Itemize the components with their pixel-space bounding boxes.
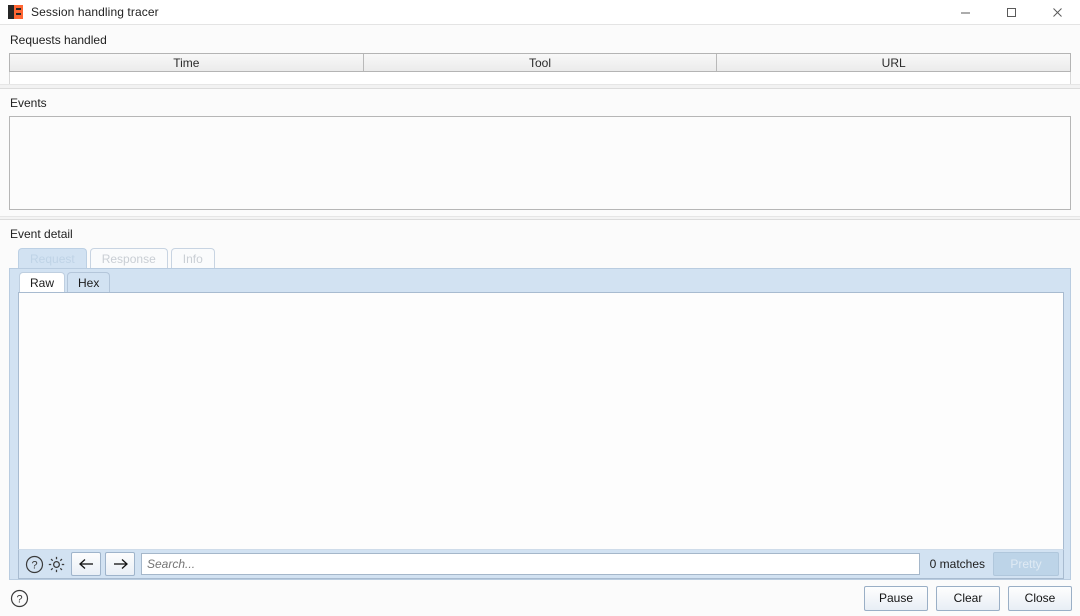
- message-view-tabs: Raw Hex: [10, 269, 1070, 292]
- event-detail-section: Event detail Request Response Info Raw H…: [0, 220, 1080, 580]
- requests-table-header: Time Tool URL: [9, 53, 1071, 72]
- tab-raw[interactable]: Raw: [19, 272, 66, 292]
- svg-text:?: ?: [16, 593, 22, 605]
- question-mark-icon[interactable]: ?: [23, 552, 45, 576]
- tab-info[interactable]: Info: [170, 248, 215, 268]
- close-button[interactable]: Close: [1008, 585, 1072, 611]
- events-section: Events: [0, 89, 1080, 216]
- search-prev-button[interactable]: [71, 552, 101, 576]
- column-header-url[interactable]: URL: [717, 54, 1071, 71]
- requests-table-body[interactable]: [9, 72, 1071, 84]
- maximize-icon[interactable]: [988, 0, 1034, 25]
- gear-icon[interactable]: [45, 552, 67, 576]
- search-input[interactable]: [141, 553, 920, 575]
- event-detail-tabs: Request Response Info: [9, 247, 1071, 268]
- event-detail-label: Event detail: [10, 227, 73, 241]
- editor-search-toolbar: ? Search... 0 matches Pretty: [18, 549, 1064, 579]
- footer-bar: ? Pause Clear Close: [0, 580, 1080, 616]
- close-icon[interactable]: [1034, 0, 1080, 25]
- clear-button[interactable]: Clear: [936, 585, 1000, 611]
- burp-suite-logo-icon: [8, 4, 24, 20]
- question-mark-icon[interactable]: ?: [9, 588, 29, 608]
- window-title: Session handling tracer: [31, 5, 159, 19]
- pretty-button[interactable]: Pretty: [993, 552, 1059, 576]
- column-header-time[interactable]: Time: [10, 54, 364, 71]
- events-list[interactable]: [9, 116, 1071, 210]
- request-panel: Raw Hex ? Search... 0 matches Pretty: [9, 268, 1071, 580]
- events-label: Events: [10, 96, 47, 110]
- tab-request[interactable]: Request: [18, 248, 87, 268]
- search-match-count: 0 matches: [929, 557, 985, 571]
- requests-handled-label: Requests handled: [10, 33, 107, 47]
- window-controls: [942, 0, 1080, 25]
- pause-button[interactable]: Pause: [864, 585, 928, 611]
- message-editor-wrap: ? Search... 0 matches Pretty: [18, 292, 1064, 579]
- requests-handled-section: Requests handled Time Tool URL: [0, 25, 1080, 84]
- message-editor[interactable]: [18, 292, 1064, 549]
- window-body: Requests handled Time Tool URL Events Ev…: [0, 25, 1080, 616]
- tab-hex[interactable]: Hex: [67, 272, 111, 292]
- tab-response[interactable]: Response: [89, 248, 168, 268]
- search-next-button[interactable]: [105, 552, 135, 576]
- column-header-tool[interactable]: Tool: [363, 54, 718, 71]
- window-titlebar: Session handling tracer: [0, 0, 1080, 25]
- minimize-icon[interactable]: [942, 0, 988, 25]
- svg-text:?: ?: [31, 559, 37, 571]
